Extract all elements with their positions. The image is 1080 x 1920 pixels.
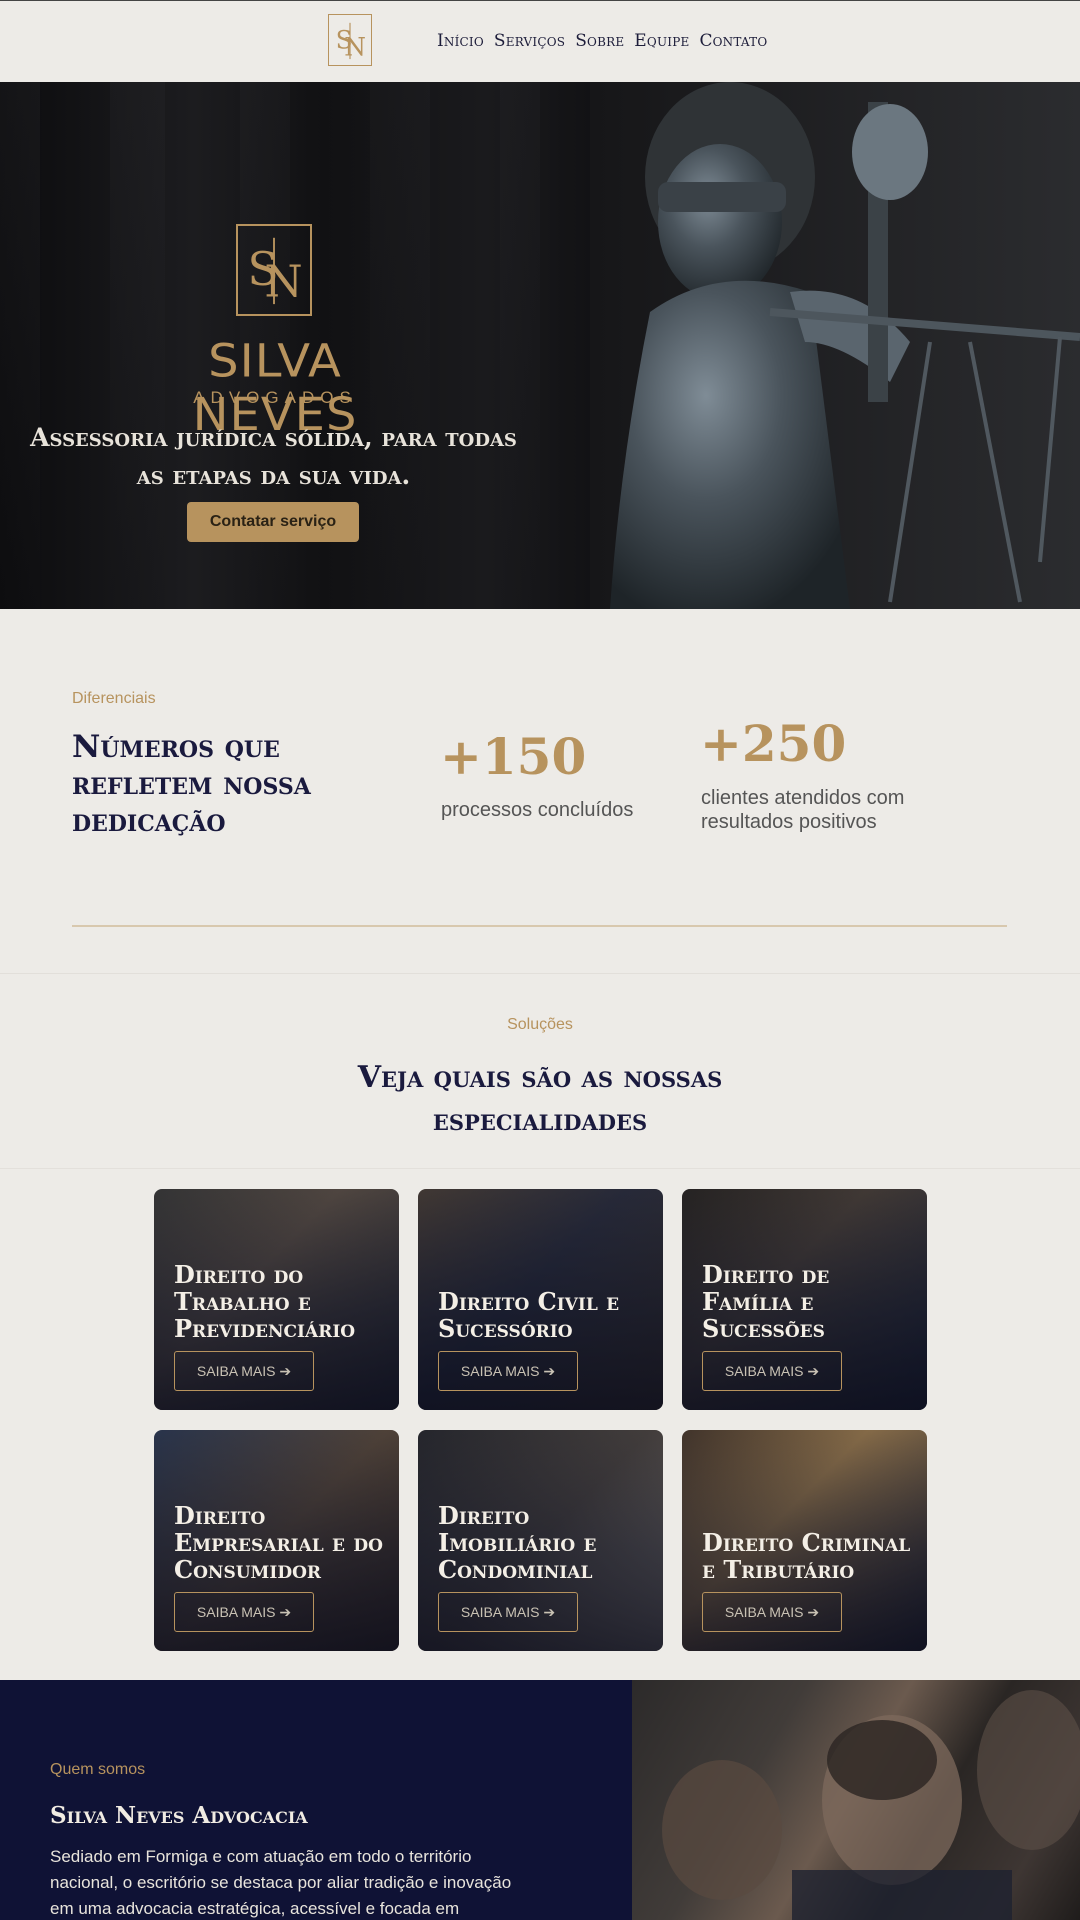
stat-label-processes: processos concluídos: [441, 799, 634, 821]
hero-tagline: Assessoria jurídica sólida, para todas a…: [30, 423, 517, 490]
top-navigation-bar: S N Início Serviços Sobre Equipe Contato: [0, 0, 1080, 82]
specialty-card-familia[interactable]: Direito de Família e Sucessões SAIBA MAI…: [682, 1189, 927, 1410]
differentials-section: Diferenciais Números que refletem nossa …: [0, 609, 1080, 973]
nav-link-equipe[interactable]: Equipe: [634, 31, 689, 51]
stat-value-clients: +250: [700, 714, 847, 773]
section-title: Números que refletem nossa dedicação: [72, 729, 311, 839]
card-title: Direito do Trabalho e Previdenciário: [174, 1260, 356, 1343]
about-description: Sediado em Formiga e com atuação em todo…: [50, 1847, 512, 1918]
stat-value-processes: +150: [440, 727, 587, 786]
sn-logo-icon[interactable]: S N: [328, 14, 372, 66]
sn-emblem-icon: S N: [236, 224, 312, 316]
specialty-card-imobiliario[interactable]: Direito Imobiliário e Condominial SAIBA …: [418, 1430, 663, 1651]
saiba-mais-button[interactable]: SAIBA MAIS ➔: [438, 1592, 578, 1632]
specialty-card-criminal[interactable]: Direito Criminal e Tributário SAIBA MAIS…: [682, 1430, 927, 1651]
main-menu: Início Serviços Sobre Equipe Contato: [437, 31, 767, 51]
saiba-mais-button[interactable]: SAIBA MAIS ➔: [174, 1592, 314, 1632]
specialties-header: Soluções Veja quais são as nossas especi…: [0, 974, 1080, 1169]
saiba-mais-button[interactable]: SAIBA MAIS ➔: [702, 1592, 842, 1632]
card-title: Direito Civil e Sucessório: [438, 1287, 620, 1343]
svg-text:N: N: [344, 32, 366, 61]
card-title: Direito Empresarial e do Consumidor: [174, 1501, 383, 1584]
brand-subtitle: ADVOGADOS: [193, 388, 357, 407]
saiba-mais-button[interactable]: SAIBA MAIS ➔: [702, 1351, 842, 1391]
nav-link-sobre[interactable]: Sobre: [575, 31, 624, 51]
stat-label-clients: clientes atendidos com resultados positi…: [701, 787, 905, 833]
specialties-section: Soluções Veja quais são as nossas especi…: [0, 973, 1080, 1680]
specialty-card-trabalho[interactable]: Direito do Trabalho e Previdenciário SAI…: [154, 1189, 399, 1410]
svg-text:N: N: [265, 258, 303, 308]
nav-link-servicos[interactable]: Serviços: [494, 31, 565, 51]
specialty-card-civil[interactable]: Direito Civil e Sucessório SAIBA MAIS ➔: [418, 1189, 663, 1410]
about-title: Silva Neves Advocacia: [50, 1802, 308, 1829]
nav-link-contato[interactable]: Contato: [699, 31, 767, 51]
lady-justice-statue-image: [590, 82, 1080, 609]
saiba-mais-button[interactable]: SAIBA MAIS ➔: [174, 1351, 314, 1391]
team-photo-image: [632, 1680, 1080, 1920]
section-kicker: Soluções: [507, 1016, 573, 1033]
hero-column-shadow: [0, 82, 40, 609]
section-title: Veja quais são as nossas especialidades: [357, 1060, 723, 1138]
specialty-card-empresarial[interactable]: Direito Empresarial e do Consumidor SAIB…: [154, 1430, 399, 1651]
nav-link-inicio[interactable]: Início: [437, 31, 484, 51]
section-divider: [72, 925, 1007, 927]
card-title: Direito de Família e Sucessões: [702, 1260, 830, 1343]
hero-banner: S N SILVA NEVES ADVOGADOS Assessoria jur…: [0, 82, 1080, 609]
card-title: Direito Criminal e Tributário: [702, 1528, 911, 1584]
section-kicker: Quem somos: [50, 1761, 146, 1778]
contact-service-button[interactable]: Contatar serviço: [187, 502, 359, 542]
section-kicker: Diferenciais: [72, 690, 156, 707]
hero-column-shadow: [500, 82, 540, 609]
saiba-mais-button[interactable]: SAIBA MAIS ➔: [438, 1351, 578, 1391]
card-title: Direito Imobiliário e Condominial: [438, 1501, 597, 1584]
about-section: Quem somos Silva Neves Advocacia Sediado…: [0, 1680, 632, 1920]
